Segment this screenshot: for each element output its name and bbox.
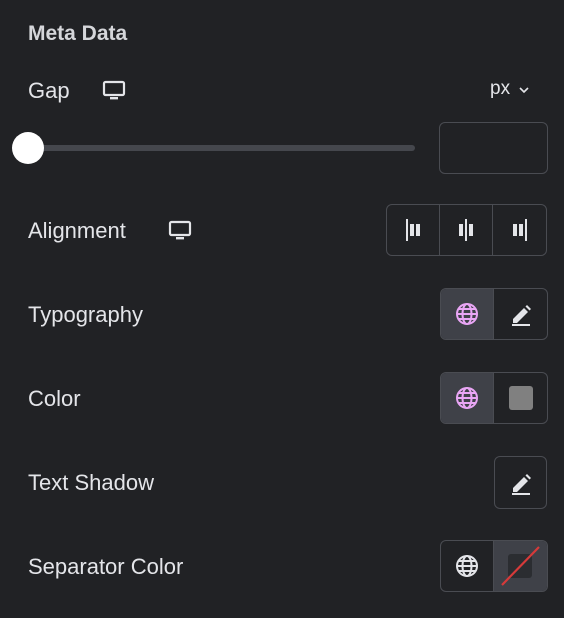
separator-color-controls <box>440 540 548 592</box>
gap-value-input[interactable] <box>439 122 548 174</box>
responsive-desktop-icon[interactable] <box>102 80 126 102</box>
gap-unit-select[interactable]: px <box>490 78 530 100</box>
typography-edit-button[interactable] <box>494 289 547 339</box>
separator-color-swatch-button[interactable] <box>494 541 547 591</box>
pencil-icon <box>511 473 531 495</box>
align-right-button[interactable] <box>493 205 546 255</box>
color-swatch <box>508 386 533 410</box>
align-left-icon <box>406 219 420 241</box>
align-center-button[interactable] <box>440 205 493 255</box>
color-controls <box>440 372 548 424</box>
pencil-icon <box>511 305 531 326</box>
color-global-button[interactable] <box>441 373 494 423</box>
no-color-slash-icon <box>501 546 540 586</box>
text-shadow-label: Text Shadow <box>28 470 154 495</box>
globe-icon <box>456 555 478 577</box>
gap-unit-value: px <box>490 78 511 99</box>
alignment-button-group <box>386 204 547 256</box>
separator-color-label: Separator Color <box>28 554 184 579</box>
typography-controls <box>440 288 548 340</box>
chevron-down-icon <box>518 78 530 100</box>
alignment-label: Alignment <box>28 218 126 243</box>
gap-label: Gap <box>28 78 70 103</box>
align-center-icon <box>459 219 473 241</box>
align-right-icon <box>512 219 527 241</box>
align-left-button[interactable] <box>387 205 440 255</box>
text-shadow-edit-button[interactable] <box>494 456 547 509</box>
color-label: Color <box>28 386 81 411</box>
empty-color-swatch <box>494 541 547 591</box>
section-title: Meta Data <box>28 22 128 45</box>
color-swatch-button[interactable] <box>494 373 547 423</box>
responsive-desktop-icon[interactable] <box>168 220 192 242</box>
gap-slider-thumb[interactable] <box>12 132 44 164</box>
globe-icon <box>456 387 478 409</box>
gap-slider-track[interactable] <box>28 145 415 151</box>
globe-icon <box>456 303 478 325</box>
typography-label: Typography <box>28 302 143 327</box>
separator-color-global-button[interactable] <box>441 541 494 591</box>
typography-global-button[interactable] <box>441 289 494 339</box>
